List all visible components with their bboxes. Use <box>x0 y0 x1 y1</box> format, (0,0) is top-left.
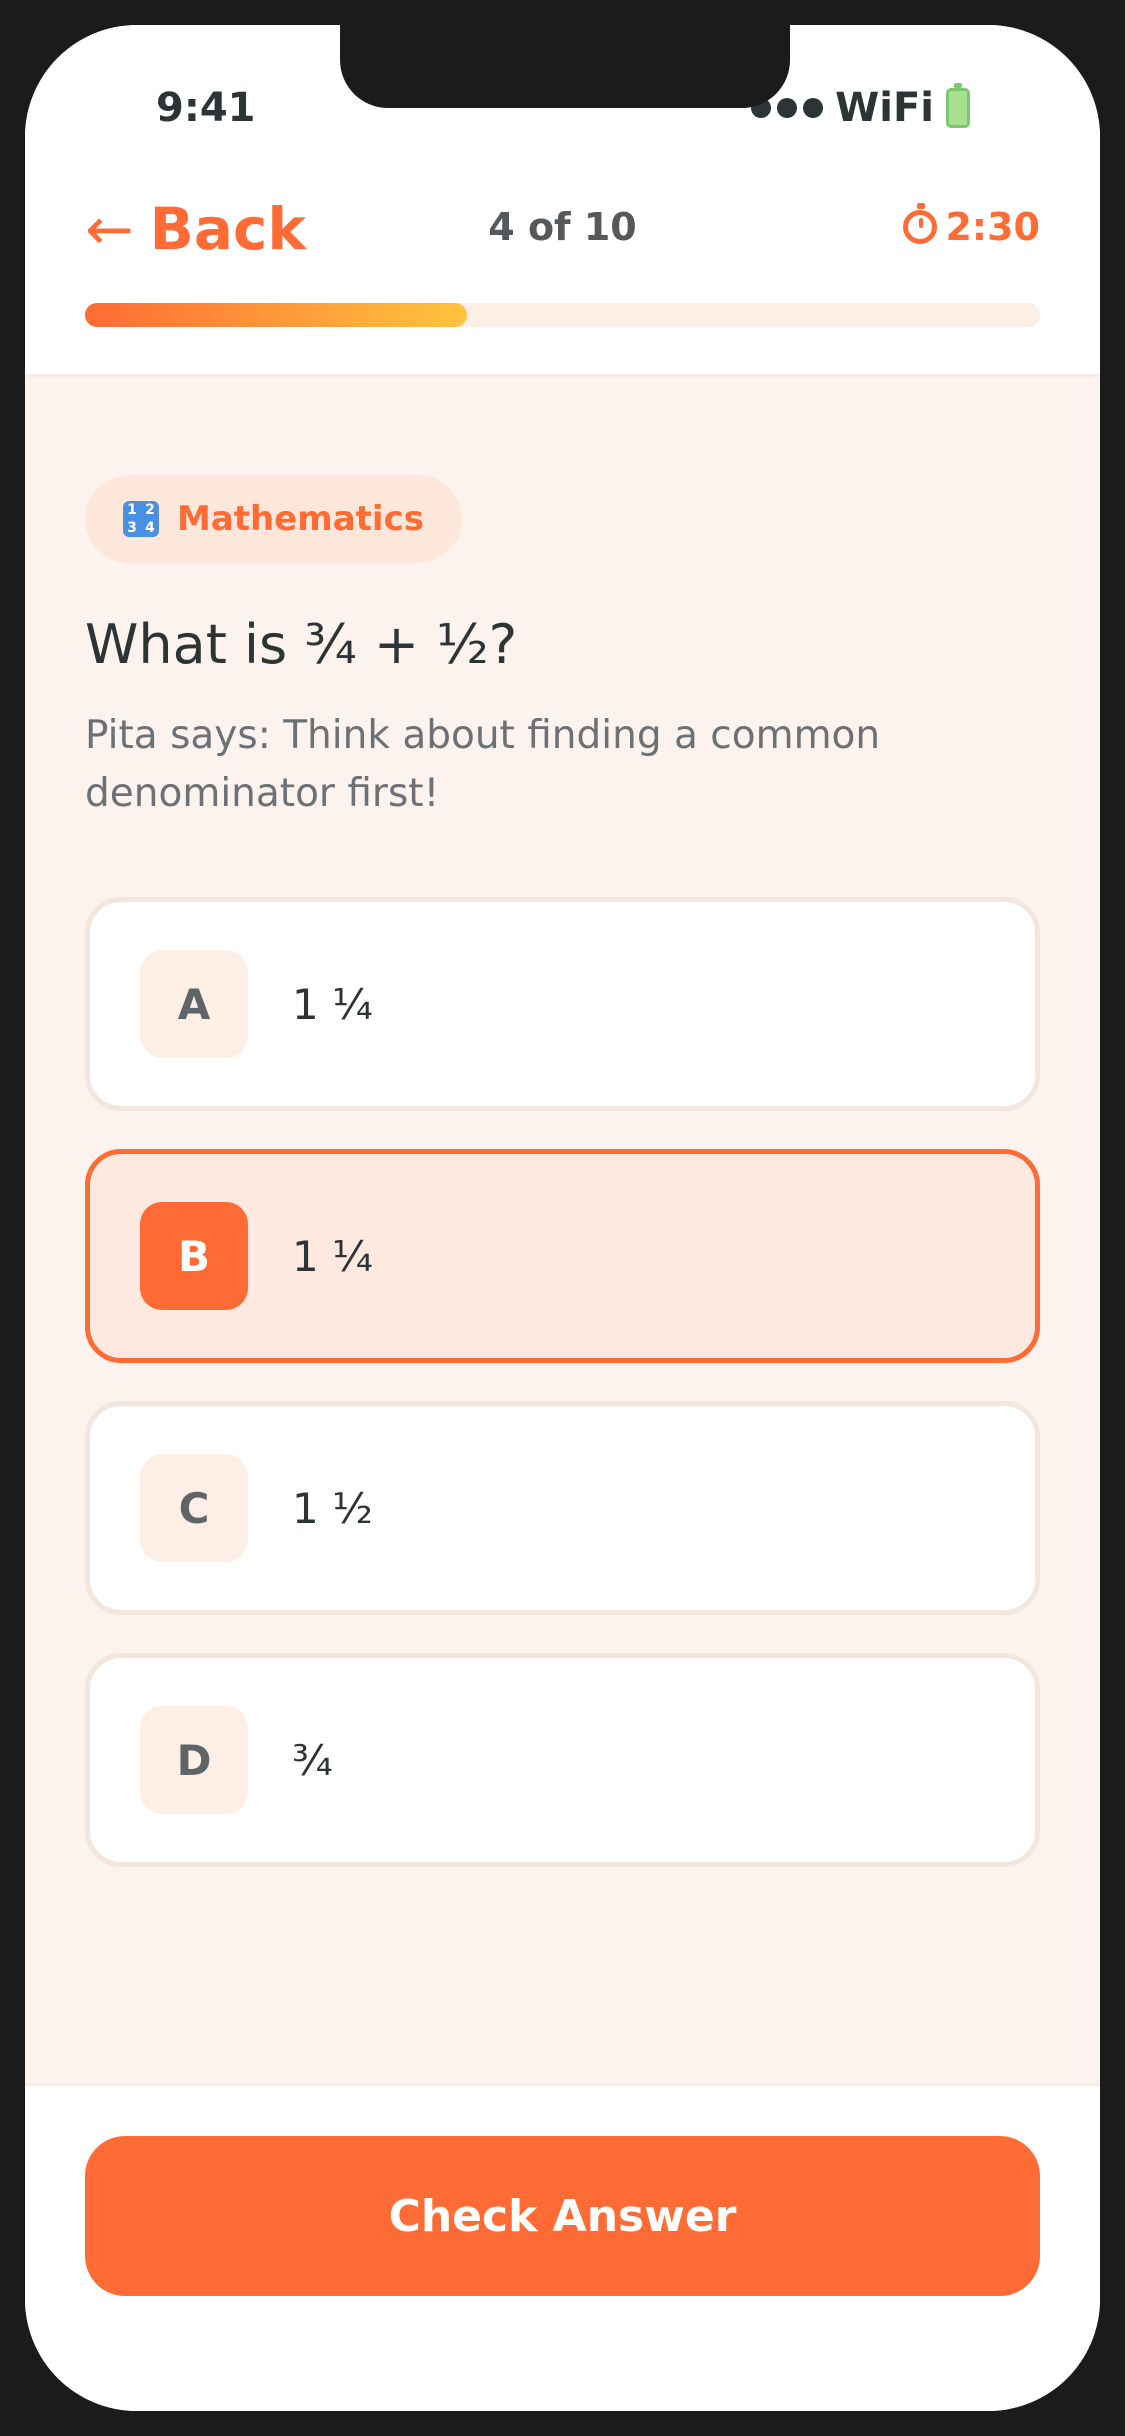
timer: 2:30 <box>903 203 1040 249</box>
numbers-icon-glyph: 2 <box>145 502 155 518</box>
numbers-icon-glyph: 4 <box>145 520 155 536</box>
subject-label: Mathematics <box>177 499 424 539</box>
option-letter: C <box>140 1454 248 1562</box>
stopwatch-icon <box>903 203 938 244</box>
phone-screen: 9:41 WiFi ← Back 4 of 10 2:30 1 2 3 4 Ma… <box>25 25 1100 2411</box>
subject-badge: 1 2 3 4 Mathematics <box>85 475 462 563</box>
progress-bar <box>85 303 1040 327</box>
timer-value: 2:30 <box>945 205 1040 249</box>
answer-option-a[interactable]: A 1 ¼ <box>85 897 1040 1111</box>
numbers-icon-glyph: 1 <box>127 502 137 518</box>
progress-fill <box>85 303 467 327</box>
battery-icon <box>946 83 970 128</box>
question-content: 1 2 3 4 Mathematics What is ¾ + ½? Pita … <box>25 377 1100 2083</box>
check-answer-button[interactable]: Check Answer <box>85 2136 1040 2296</box>
answer-option-b[interactable]: B 1 ¼ <box>85 1149 1040 1363</box>
status-indicators: WiFi <box>751 83 970 131</box>
quiz-footer: Check Answer <box>25 2083 1100 2411</box>
answer-option-c[interactable]: C 1 ½ <box>85 1401 1040 1615</box>
option-letter: A <box>140 950 248 1058</box>
wifi-label: WiFi <box>835 85 934 131</box>
device-notch <box>340 25 790 108</box>
numbers-icon-glyph: 3 <box>127 520 137 536</box>
option-letter: B <box>140 1202 248 1310</box>
option-letter: D <box>140 1706 248 1814</box>
status-time: 9:41 <box>156 85 256 131</box>
option-text: 1 ¼ <box>292 1231 373 1281</box>
question-text: What is ¾ + ½? <box>85 613 518 676</box>
numbers-icon: 1 2 3 4 <box>123 501 159 537</box>
hint-text: Pita says: Think about finding a common … <box>85 713 881 816</box>
option-text: 1 ½ <box>292 1483 373 1533</box>
answer-option-d[interactable]: D ¾ <box>85 1653 1040 1867</box>
option-text: 1 ¼ <box>292 979 373 1029</box>
option-text: ¾ <box>292 1735 333 1785</box>
